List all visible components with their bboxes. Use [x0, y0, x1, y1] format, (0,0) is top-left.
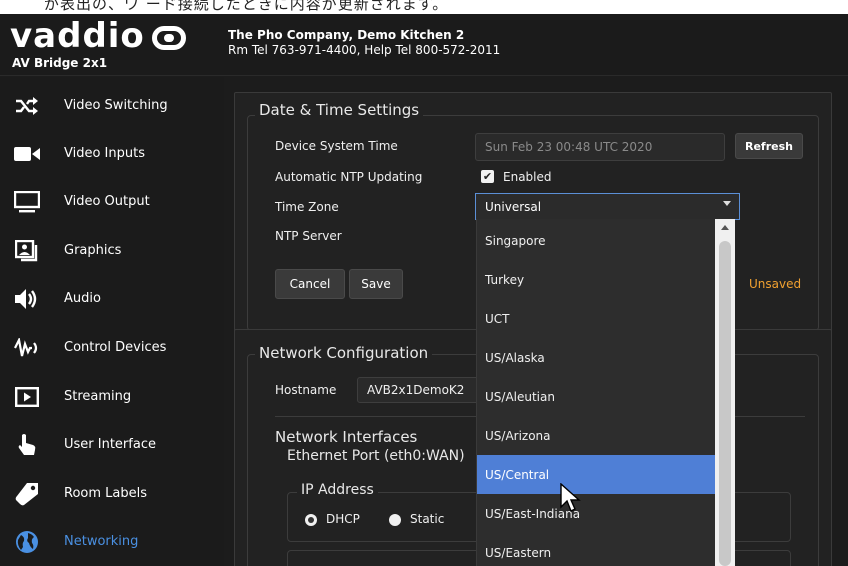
- time-zone-dropdown: Singapore Turkey UCT US/Alaska US/Aleuti…: [476, 219, 716, 566]
- dhcp-label: DHCP: [326, 512, 360, 526]
- hostname-label: Hostname: [275, 383, 337, 397]
- ethernet-port-label: Ethernet Port (eth0:WAN): [287, 448, 465, 464]
- sidebar-item-label: Control Devices: [64, 340, 167, 355]
- sidebar-item-video-inputs[interactable]: Video Inputs: [0, 129, 224, 178]
- system-time-label: Device System Time: [275, 139, 398, 153]
- sidebar-item-label: User Interface: [64, 437, 156, 452]
- top-strip-text: が表出の、ワ ード接続したときに内容が更新されます。: [44, 0, 449, 13]
- system-info: The Pho Company, Demo Kitchen 2 Rm Tel 7…: [228, 28, 500, 58]
- sidebar-item-label: Networking: [64, 534, 139, 549]
- graphics-icon: [14, 239, 40, 263]
- scroll-thumb[interactable]: [719, 241, 731, 566]
- dropdown-option[interactable]: US/Arizona: [477, 416, 716, 455]
- top-strip: が表出の、ワ ード接続したときに内容が更新されます。: [0, 0, 848, 14]
- shuffle-icon: [14, 94, 40, 118]
- sidebar-item-user-interface[interactable]: User Interface: [0, 420, 224, 469]
- sidebar-item-video-switching[interactable]: Video Switching: [0, 81, 224, 130]
- globe-icon: [14, 530, 40, 554]
- dropdown-option-selected[interactable]: US/Central: [477, 455, 716, 494]
- dropdown-option[interactable]: US/East-Indiana: [477, 494, 716, 533]
- sidebar-item-graphics[interactable]: Graphics: [0, 226, 224, 275]
- dropdown-option[interactable]: US/Aleutian: [477, 377, 716, 416]
- play-icon: [14, 385, 40, 409]
- logo: vaddio: [10, 16, 145, 56]
- scroll-up-arrow-icon[interactable]: [721, 225, 729, 230]
- video-camera-icon: [14, 142, 40, 166]
- save-button[interactable]: Save: [349, 269, 403, 299]
- sidebar-item-networking[interactable]: Networking: [0, 517, 224, 566]
- dropdown-scrollbar[interactable]: [715, 219, 735, 566]
- ntp-server-label: NTP Server: [275, 229, 342, 243]
- sidebar-item-audio[interactable]: Audio: [0, 274, 224, 323]
- sidebar-item-label: Audio: [64, 291, 101, 306]
- sidebar-item-label: Video Output: [64, 194, 150, 209]
- sidebar-item-label: Room Labels: [64, 486, 147, 501]
- contact-line: Rm Tel 763-971-4400, Help Tel 800-572-20…: [228, 43, 501, 57]
- sidebar-item-label: Graphics: [64, 243, 122, 258]
- ntp-enabled-label: Enabled: [503, 170, 552, 184]
- sidebar-item-video-output[interactable]: Video Output: [0, 177, 224, 226]
- logo-mark-icon: [152, 26, 186, 50]
- time-zone-select[interactable]: Universal: [475, 193, 740, 220]
- refresh-button[interactable]: Refresh: [735, 133, 803, 159]
- company-line: The Pho Company, Demo Kitchen 2: [228, 28, 465, 42]
- dropdown-option[interactable]: US/Eastern: [477, 533, 716, 566]
- sidebar-item-streaming[interactable]: Streaming: [0, 372, 224, 421]
- sidebar-item-label: Video Switching: [64, 98, 168, 113]
- system-time-field: Sun Feb 23 00:48 UTC 2020: [475, 133, 725, 161]
- ip-address-title: IP Address: [297, 482, 378, 498]
- monitor-icon: [14, 190, 40, 214]
- dropdown-option[interactable]: Turkey: [477, 260, 716, 299]
- control-signal-icon: [14, 336, 40, 360]
- static-radio[interactable]: [389, 514, 401, 526]
- datetime-title: Date & Time Settings: [255, 101, 424, 119]
- dropdown-option[interactable]: Singapore: [477, 221, 716, 260]
- ntp-updating-label: Automatic NTP Updating: [275, 170, 423, 184]
- hostname-field[interactable]: AVB2x1DemoK2: [357, 377, 487, 403]
- sidebar-item-room-labels[interactable]: Room Labels: [0, 469, 224, 518]
- model-name: AV Bridge 2x1: [12, 56, 108, 70]
- tag-icon: [14, 482, 40, 506]
- brand: vaddio AV Bridge 2x1: [0, 14, 224, 76]
- network-title: Network Configuration: [255, 344, 433, 362]
- dropdown-option[interactable]: UCT: [477, 299, 716, 338]
- hand-pointer-icon: [14, 433, 40, 457]
- mouse-cursor-icon: [560, 482, 582, 517]
- header: vaddio AV Bridge 2x1 The Pho Company, De…: [0, 14, 848, 76]
- dhcp-radio[interactable]: [305, 514, 317, 526]
- sidebar-item-control-devices[interactable]: Control Devices: [0, 323, 224, 372]
- unsaved-status: Unsaved: [749, 277, 802, 291]
- time-zone-value: Universal: [485, 199, 542, 214]
- network-interfaces-title: Network Interfaces: [275, 428, 418, 446]
- sidebar: Video Switching Video Inputs Video Outpu…: [0, 77, 224, 566]
- sidebar-item-label: Streaming: [64, 389, 132, 404]
- time-zone-label: Time Zone: [275, 200, 339, 214]
- static-label: Static: [410, 512, 445, 526]
- cancel-button[interactable]: Cancel: [275, 269, 345, 299]
- chevron-down-icon: [723, 201, 731, 206]
- sidebar-item-label: Video Inputs: [64, 146, 145, 161]
- ntp-enabled-checkbox[interactable]: ✔: [481, 170, 494, 183]
- speaker-icon: [14, 287, 40, 311]
- dropdown-option[interactable]: US/Alaska: [477, 338, 716, 377]
